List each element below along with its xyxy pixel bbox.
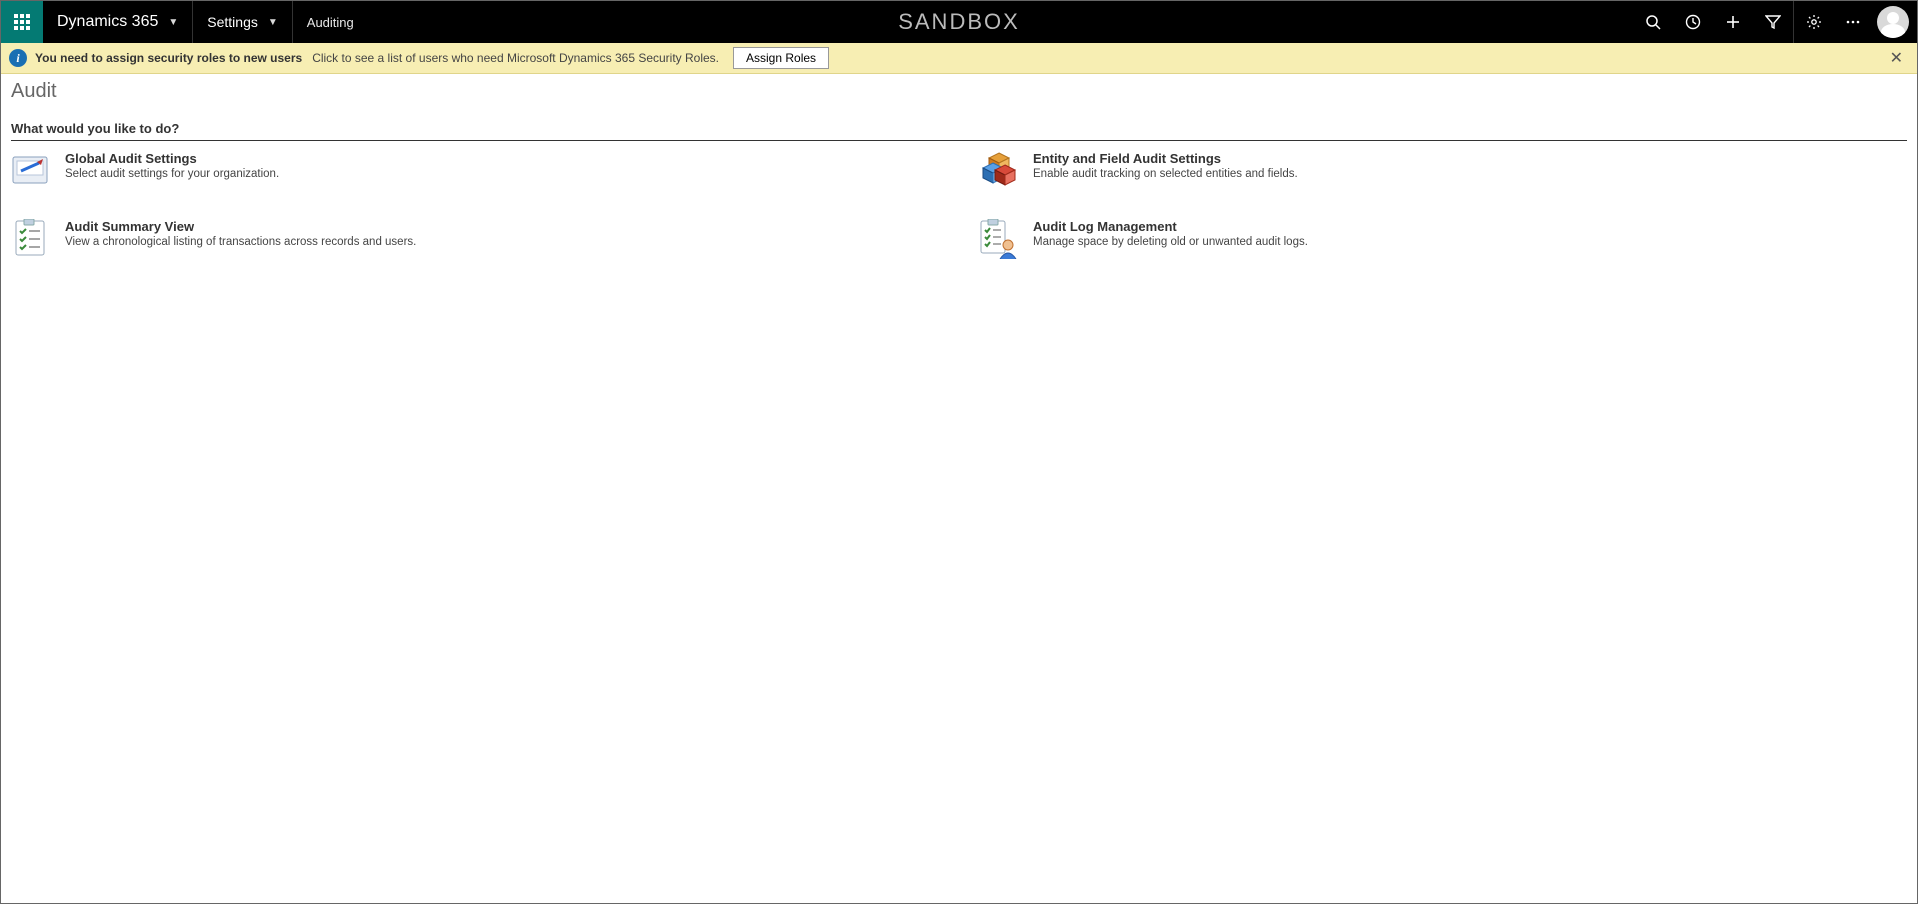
settings-document-icon <box>11 151 51 191</box>
checklist-user-icon <box>979 219 1019 259</box>
checklist-document-icon <box>11 219 51 259</box>
new-button[interactable] <box>1713 1 1753 43</box>
user-avatar[interactable] <box>1877 6 1909 38</box>
breadcrumb-label: Auditing <box>307 15 354 30</box>
clock-history-icon <box>1685 14 1701 30</box>
card-grid: Global Audit Settings Select audit setti… <box>11 151 1907 259</box>
card-description: Select audit settings for your organizat… <box>65 168 279 180</box>
card-description: Enable audit tracking on selected entiti… <box>1033 168 1298 180</box>
card-title: Entity and Field Audit Settings <box>1033 151 1298 166</box>
funnel-icon <box>1765 14 1781 30</box>
card-title: Audit Log Management <box>1033 219 1308 234</box>
notification-bar: i You need to assign security roles to n… <box>1 43 1917 74</box>
search-icon <box>1645 14 1661 30</box>
app-launcher-button[interactable] <box>1 1 43 43</box>
section-header: What would you like to do? <box>11 121 1907 141</box>
waffle-icon <box>14 14 30 30</box>
info-icon: i <box>9 49 27 67</box>
chevron-down-icon: ▼ <box>268 17 278 28</box>
assign-roles-button[interactable]: Assign Roles <box>733 47 829 69</box>
gear-icon <box>1806 14 1822 30</box>
chevron-down-icon: ▼ <box>168 17 178 28</box>
topbar-right <box>1633 1 1917 43</box>
card-entity-field-audit-settings[interactable]: Entity and Field Audit Settings Enable a… <box>979 151 1907 191</box>
top-nav-bar: Dynamics 365 ▼ Settings ▼ Auditing SANDB… <box>1 1 1917 43</box>
card-title: Global Audit Settings <box>65 151 279 166</box>
settings-button[interactable] <box>1793 1 1833 43</box>
nav-app-name-label: Dynamics 365 <box>57 13 158 31</box>
nav-settings[interactable]: Settings ▼ <box>193 1 293 43</box>
card-global-audit-settings[interactable]: Global Audit Settings Select audit setti… <box>11 151 939 191</box>
page-title: Audit <box>11 80 1907 103</box>
page-body: Audit What would you like to do? Global … <box>1 74 1917 265</box>
close-icon: ✕ <box>1890 50 1903 67</box>
plus-icon <box>1725 14 1741 30</box>
card-title: Audit Summary View <box>65 219 416 234</box>
card-description: View a chronological listing of transact… <box>65 236 416 248</box>
close-notification-button[interactable]: ✕ <box>1884 48 1909 68</box>
card-audit-log-management[interactable]: Audit Log Management Manage space by del… <box>979 219 1907 259</box>
more-button[interactable] <box>1833 1 1873 43</box>
card-description: Manage space by deleting old or unwanted… <box>1033 236 1308 248</box>
nav-app-name[interactable]: Dynamics 365 ▼ <box>43 1 193 43</box>
cubes-icon <box>979 151 1019 191</box>
ellipsis-icon <box>1845 14 1861 30</box>
card-audit-summary-view[interactable]: Audit Summary View View a chronological … <box>11 219 939 259</box>
breadcrumb[interactable]: Auditing <box>293 1 368 43</box>
filter-button[interactable] <box>1753 1 1793 43</box>
search-button[interactable] <box>1633 1 1673 43</box>
notification-bold-text: You need to assign security roles to new… <box>35 51 302 65</box>
environment-label: SANDBOX <box>898 1 1020 43</box>
notification-message: Click to see a list of users who need Mi… <box>312 51 719 65</box>
recent-button[interactable] <box>1673 1 1713 43</box>
nav-settings-label: Settings <box>207 14 258 30</box>
